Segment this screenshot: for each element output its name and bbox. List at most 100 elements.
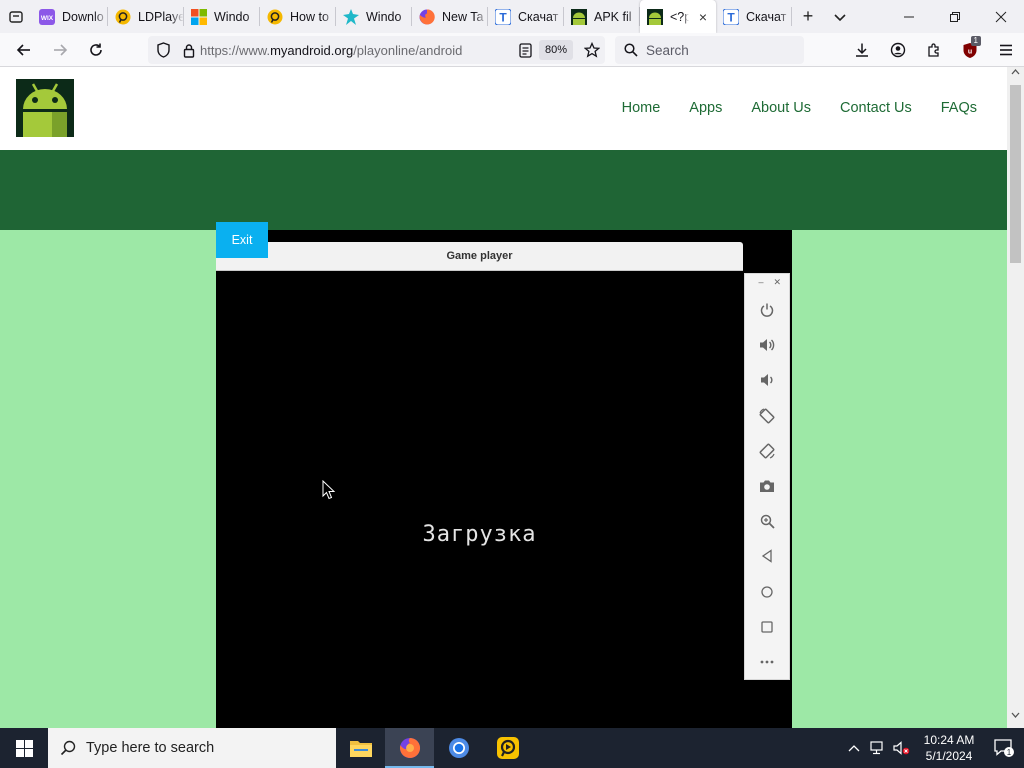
arrow-right-icon — [54, 43, 68, 56]
network-button[interactable] — [866, 728, 890, 768]
notification-icon: 1 — [994, 739, 1014, 757]
tab-label: Downlo — [62, 9, 104, 24]
volume-button[interactable] — [890, 728, 914, 768]
tab-label: Скачат — [746, 9, 787, 24]
forward-button[interactable] — [42, 33, 78, 67]
svg-text:u: u — [968, 48, 972, 55]
volume-up-button[interactable] — [745, 333, 789, 357]
taskbar-chrome[interactable] — [434, 728, 483, 768]
site-logo[interactable] — [16, 79, 74, 137]
zoom-level-button[interactable]: 80% — [538, 40, 573, 60]
close-icon — [995, 11, 1007, 22]
tracking-protection-icon[interactable] — [148, 42, 178, 58]
nav-link-contact-us[interactable]: Contact Us — [840, 100, 912, 116]
mouse-cursor-icon — [322, 480, 336, 500]
taskbar-search[interactable]: Type here to search — [48, 728, 336, 768]
search-placeholder: Search — [646, 42, 689, 58]
volume-down-button[interactable] — [745, 368, 789, 392]
rotate-right-button[interactable] — [745, 439, 789, 463]
start-button[interactable] — [0, 728, 48, 768]
tab-label: Скачат — [518, 9, 559, 24]
game-player-screen[interactable] — [216, 230, 792, 728]
puzzle-icon — [928, 43, 939, 57]
browser-tab[interactable]: T Скачат — [488, 0, 564, 33]
search-bar[interactable]: Search — [615, 36, 804, 64]
rotate-left-button[interactable] — [745, 404, 789, 428]
plus-icon: + — [802, 6, 814, 26]
url-text[interactable]: https://www.myandroid.org/playonline/and… — [200, 43, 513, 58]
page-scrollbar[interactable] — [1007, 67, 1024, 728]
browser-tab[interactable]: Windo — [184, 0, 260, 33]
more-button[interactable] — [745, 650, 789, 674]
browser-tab[interactable]: WIX Downlo — [32, 0, 108, 33]
browser-tab[interactable]: APK fil — [564, 0, 640, 33]
browser-tab[interactable]: LDPlaye — [108, 0, 184, 33]
exit-button[interactable]: Exit — [216, 222, 268, 258]
new-tab-button[interactable]: + — [792, 0, 824, 33]
power-icon — [759, 302, 775, 318]
tab-list-button[interactable] — [0, 0, 32, 33]
nav-link-about-us[interactable]: About Us — [751, 100, 811, 116]
address-bar[interactable]: https://www.myandroid.org/playonline/and… — [148, 36, 605, 64]
rotate-right-icon — [758, 442, 776, 460]
close-window-button[interactable] — [978, 0, 1024, 33]
action-center-button[interactable]: 1 — [984, 728, 1024, 768]
lock-icon[interactable] — [178, 43, 200, 58]
taskbar-firefox[interactable] — [385, 728, 434, 768]
downloads-button[interactable] — [844, 33, 880, 67]
t-icon: T — [495, 8, 511, 25]
t-icon: T — [723, 8, 739, 25]
tab-label: New Ta — [442, 9, 484, 24]
restore-button[interactable] — [932, 0, 978, 33]
tab-label: LDPlaye — [138, 9, 184, 24]
tab-label: Windo — [214, 9, 250, 24]
tab-label: <?p — [670, 9, 689, 24]
scroll-thumb[interactable] — [1010, 85, 1021, 263]
nav-link-faqs[interactable]: FAQs — [941, 100, 977, 116]
clock-date: 5/1/2024 — [925, 749, 973, 763]
list-all-tabs-button[interactable] — [824, 0, 856, 33]
minimize-button[interactable] — [886, 0, 932, 33]
reload-button[interactable] — [78, 33, 114, 67]
panel-close-icon[interactable]: ✕ — [773, 277, 781, 289]
browser-tab[interactable]: T Скачат — [716, 0, 792, 33]
bookmark-star-icon[interactable] — [579, 42, 605, 58]
home-button[interactable] — [745, 580, 789, 604]
nav-link-apps[interactable]: Apps — [689, 100, 722, 116]
reload-icon — [90, 43, 102, 56]
extensions-button[interactable] — [916, 33, 952, 67]
scroll-up-icon[interactable] — [1007, 69, 1024, 83]
recents-button[interactable] — [745, 615, 789, 639]
arrow-left-icon — [16, 43, 30, 56]
back-button[interactable] — [745, 544, 789, 568]
notification-count: 1 — [1007, 748, 1012, 757]
close-tab-icon[interactable]: × — [696, 9, 710, 25]
clock-time: 10:24 AM — [923, 733, 975, 747]
back-button[interactable] — [6, 33, 42, 67]
taskbar-file-explorer[interactable] — [336, 728, 385, 768]
browser-tab[interactable]: <?p × — [640, 0, 716, 33]
show-hidden-icons-button[interactable] — [842, 728, 866, 768]
firefox-icon — [399, 737, 420, 758]
folder-icon — [349, 741, 372, 757]
svg-text:WIX: WIX — [41, 15, 54, 22]
scroll-down-icon[interactable] — [1007, 712, 1024, 726]
volume-muted-icon — [893, 741, 910, 755]
app-menu-button[interactable] — [988, 33, 1024, 67]
taskbar-search-placeholder: Type here to search — [86, 740, 215, 756]
account-button[interactable] — [880, 33, 916, 67]
power-button[interactable] — [745, 298, 789, 322]
zoom-button[interactable] — [745, 509, 789, 533]
panel-minimize-icon[interactable]: – — [758, 277, 763, 289]
taskbar-ldplayer[interactable] — [483, 728, 532, 768]
volume-up-icon — [759, 337, 776, 353]
tab-list-icon — [9, 10, 23, 23]
camera-button[interactable] — [745, 474, 789, 498]
browser-tab[interactable]: New Ta — [412, 0, 488, 33]
browser-tab[interactable]: Windo — [336, 0, 412, 33]
taskbar-clock[interactable]: 10:24 AM 5/1/2024 — [914, 732, 984, 764]
nav-link-home[interactable]: Home — [622, 100, 661, 116]
reader-view-icon[interactable] — [513, 42, 539, 58]
ublock-extension-button[interactable]: u 1 — [952, 33, 988, 67]
browser-tab[interactable]: How to — [260, 0, 336, 33]
